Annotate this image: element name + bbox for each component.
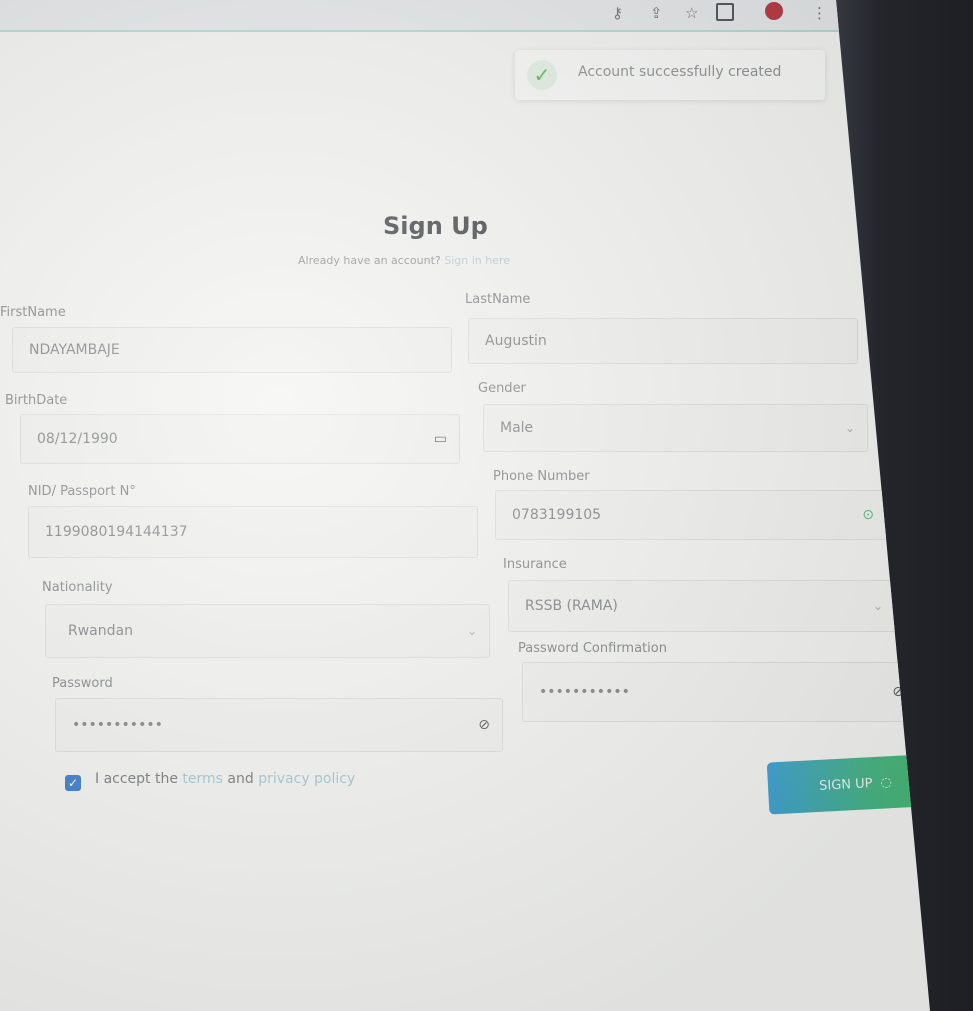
birthdate-label: BirthDate <box>5 393 68 408</box>
firstname-value: NDAYAMBAJE <box>29 342 120 358</box>
terms-and: and <box>227 771 254 787</box>
gender-value: Male <box>500 420 534 436</box>
check-icon: ✓ <box>527 60 557 90</box>
firstname-label: FirstName <box>0 305 66 320</box>
insurance-label: Insurance <box>503 557 567 572</box>
key-icon[interactable]: ⚷ <box>612 3 623 23</box>
chevron-down-icon: ⌄ <box>466 624 477 638</box>
star-icon[interactable]: ☆ <box>685 3 698 23</box>
eye-off-icon[interactable]: ⊘ <box>478 717 490 733</box>
nid-value: 1199080194144137 <box>45 524 188 540</box>
privacy-policy-link[interactable]: privacy policy <box>258 771 355 787</box>
signin-prompt-text: Already have an account? <box>298 254 441 267</box>
birthdate-value: 08/12/1990 <box>37 431 118 447</box>
password-confirm-field[interactable]: ••••••••••• ⊘ <box>522 662 917 722</box>
password-field[interactable]: ••••••••••• ⊘ <box>55 698 503 752</box>
lastname-field[interactable]: Augustin <box>468 318 858 364</box>
terms-link[interactable]: terms <box>182 771 223 787</box>
terms-checkbox[interactable]: ✓ <box>65 775 81 791</box>
nid-label: NID/ Passport N° <box>28 484 136 499</box>
signup-button-label: SIGN UP <box>818 775 873 794</box>
insurance-select[interactable]: RSSB (RAMA) ⌄ <box>508 580 896 632</box>
menu-icon[interactable]: ⋮ <box>812 3 827 23</box>
signin-link[interactable]: Sign in here <box>444 254 510 267</box>
chevron-down-icon: ⌄ <box>844 421 855 435</box>
extension-icon[interactable] <box>765 2 783 20</box>
toast-message: Account successfully created <box>578 64 782 80</box>
nationality-value: Rwandan <box>68 623 133 639</box>
lastname-value: Augustin <box>485 333 547 349</box>
nationality-label: Nationality <box>42 580 113 595</box>
firstname-field[interactable]: NDAYAMBAJE <box>12 327 452 373</box>
gender-select[interactable]: Male ⌄ <box>483 404 868 452</box>
share-icon[interactable]: ⇪ <box>650 3 663 23</box>
password-value: ••••••••••• <box>72 717 163 733</box>
success-toast: ✓ Account successfully created <box>515 50 825 100</box>
insurance-value: RSSB (RAMA) <box>525 598 618 614</box>
birthdate-field[interactable]: 08/12/1990 ▭ <box>20 414 460 464</box>
terms-text: I accept the terms and privacy policy <box>95 771 355 787</box>
signin-prompt: Already have an account? Sign in here <box>298 254 510 267</box>
page-title: Sign Up <box>383 212 488 240</box>
password-label: Password <box>52 676 113 691</box>
nid-field[interactable]: 1199080194144137 <box>28 506 478 558</box>
tab-icon[interactable] <box>716 3 734 21</box>
browser-toolbar: ⚷ ⇪ ☆ ⋮ <box>0 0 840 32</box>
lastname-label: LastName <box>465 292 531 307</box>
chevron-down-icon: ⌄ <box>872 599 883 613</box>
phone-value: 0783199105 <box>512 507 602 523</box>
spinner-icon: ◌ <box>880 774 893 791</box>
valid-check-icon: ⊙ <box>862 507 874 523</box>
password-confirm-label: Password Confirmation <box>518 641 667 656</box>
phone-label: Phone Number <box>493 469 590 484</box>
calendar-icon[interactable]: ▭ <box>434 431 447 447</box>
signup-button[interactable]: SIGN UP ◌ <box>766 753 930 815</box>
password-confirm-value: ••••••••••• <box>539 684 630 700</box>
nationality-select[interactable]: Rwandan ⌄ <box>45 604 490 658</box>
phone-field[interactable]: 0783199105 ⊙ <box>495 490 887 540</box>
gender-label: Gender <box>478 381 526 396</box>
terms-prefix: I accept the <box>95 771 178 787</box>
browser-screen: ⚷ ⇪ ☆ ⋮ ✓ Account successfully created S… <box>0 0 930 1011</box>
